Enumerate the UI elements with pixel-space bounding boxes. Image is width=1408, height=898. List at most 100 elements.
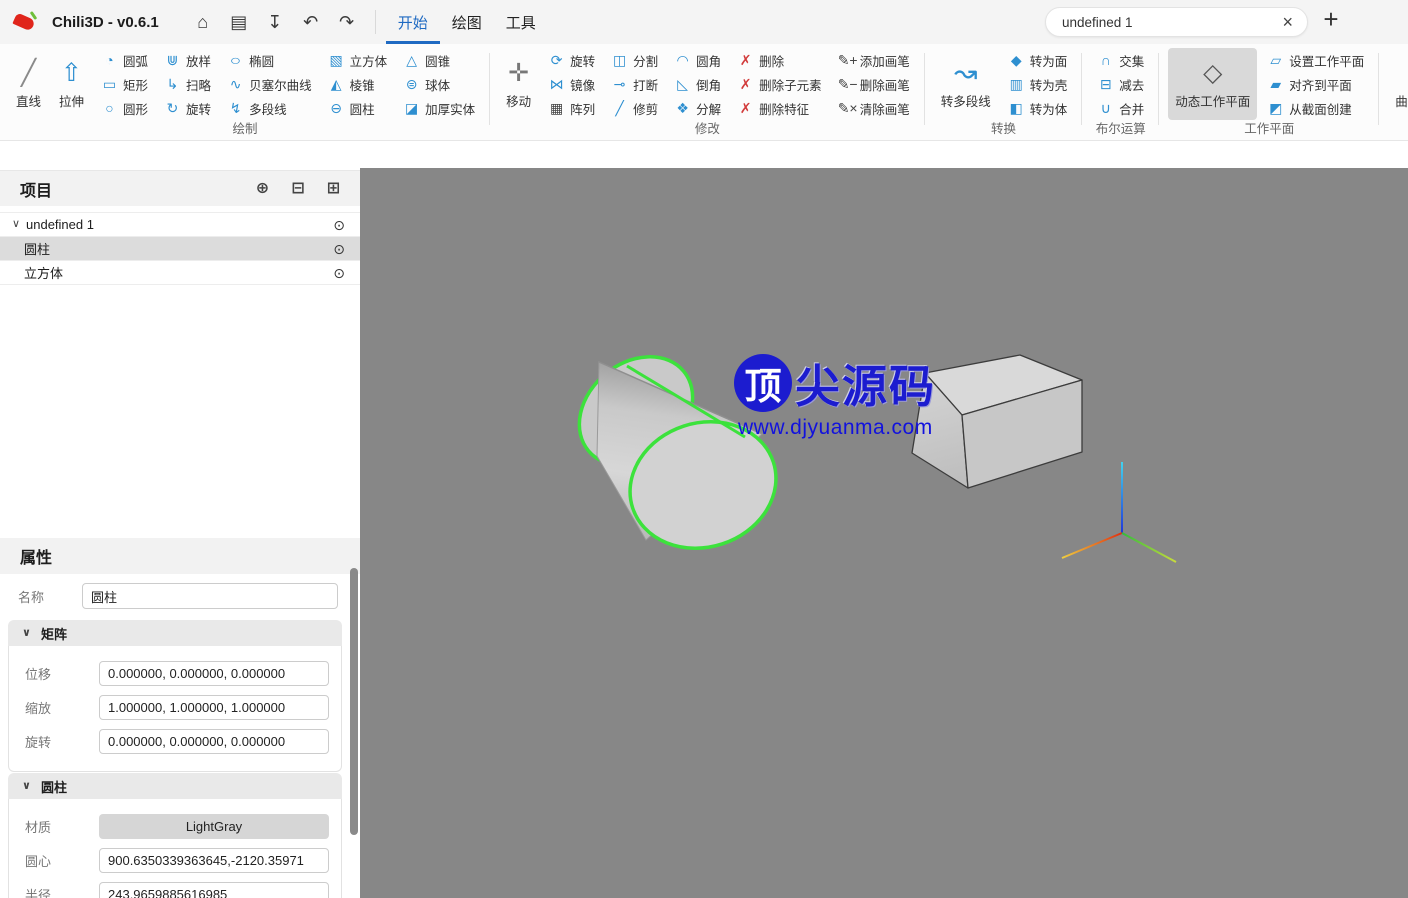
ribbon-button-delete[interactable]: ✗删除 [734,49,825,72]
tree-item[interactable]: ∨undefined 1 ⊙ [0,213,360,237]
folder-plus-icon[interactable]: ⊕ [256,181,269,197]
viewport[interactable]: 顶 尖源码 www.djyuanma.com [360,168,1408,898]
project-tree: ∨undefined 1⊙圆柱⊙立方体⊙ [0,212,360,285]
section-header[interactable]: ∨圆柱 [8,773,342,799]
property-input[interactable] [99,882,329,898]
ribbon-button-add-pen[interactable]: ✎+添加画笔 [835,49,913,72]
ribbon-button-to-polyline[interactable]: ↝转多段线 [934,48,998,120]
ribbon-button-union[interactable]: ∪合并 [1094,97,1147,120]
ribbon-button-sweep[interactable]: ↳扫略 [161,73,214,96]
tree-item-label: undefined 1 [26,217,94,232]
ribbon-button-rectangle[interactable]: ▭矩形 [98,73,151,96]
ribbon-group: ╱直线⇧拉伸 ◔圆弧▭矩形○圆形 ⋓放样↳扫略↻旋转 ○椭圆∿贝塞尔曲线↯多段线 ▧立方… [0,44,490,140]
left-panel: 项目 ⊕ ⊟ ⊞ ∨undefined 1⊙圆柱⊙立方体⊙ 属性 名称 ∨矩阵位… [0,168,360,898]
property-input[interactable] [99,729,329,754]
property-input[interactable] [99,661,329,686]
ribbon-button-dynamic-workplane[interactable]: ◇动态工作平面 [1168,48,1257,120]
ribbon-button-label: 移动 [506,91,531,110]
ribbon-button-loft[interactable]: ⋓放样 [161,49,214,72]
ribbon-button-extrude[interactable]: ⇧拉伸 [52,48,91,120]
ribbon-button-label: 曲线投影 [1395,91,1408,110]
property-row: 半径 [25,882,329,898]
ribbon-button-line[interactable]: ╱直线 [9,48,48,120]
section-header[interactable]: ∨矩阵 [8,620,342,646]
ribbon-button-arc[interactable]: ◔圆弧 [98,49,151,72]
ribbon-button-to-shell[interactable]: ▥转为壳 [1005,73,1071,96]
ribbon-button-box[interactable]: ▧立方体 [325,49,391,72]
tree-item[interactable]: 立方体⊙ [0,261,360,285]
intersect-icon: ∩ [1097,53,1114,67]
redo-icon[interactable]: ↷ [329,13,365,31]
home-icon[interactable]: ⌂ [185,13,221,31]
ribbon-button-sphere[interactable]: ⊜球体 [400,73,478,96]
ribbon-button-from-section[interactable]: ◩从截面创建 [1264,97,1367,120]
ribbon-button-circle[interactable]: ○圆形 [98,97,151,120]
dynamic-workplane-icon: ◇ [1203,58,1222,88]
ribbon-button-rotate[interactable]: ⟳旋转 [545,49,598,72]
ribbon-button-split[interactable]: ◫分割 [608,49,661,72]
ribbon-button-set-workplane[interactable]: ▱设置工作平面 [1264,49,1367,72]
eye-icon[interactable]: ⊙ [333,242,345,256]
array-icon: ▦ [548,101,565,115]
ribbon-button-cylinder[interactable]: ⊖圆柱 [325,97,391,120]
ribbon-button-label: 设置工作平面 [1289,51,1364,70]
ribbon-button-clear-pen[interactable]: ✎×清除画笔 [835,97,913,120]
ribbon-button-break[interactable]: ⊸打断 [608,73,661,96]
name-input[interactable] [82,583,338,609]
ribbon-button-move[interactable]: ✛移动 [499,48,538,120]
property-input[interactable] [99,848,329,873]
property-input[interactable] [99,695,329,720]
new-document-icon[interactable]: + [1316,6,1346,32]
ribbon-button-delete-feature[interactable]: ✗删除特征 [734,97,825,120]
ribbon-button-mirror[interactable]: ⋈镜像 [545,73,598,96]
name-row: 名称 [18,583,338,609]
cylinder-icon: ⊖ [328,101,345,115]
ribbon-button-to-solid[interactable]: ◧转为体 [1005,97,1071,120]
ribbon-button-explode[interactable]: ❖分解 [671,97,724,120]
ribbon-button-curve-projection[interactable]: ▲曲线投影 [1388,48,1408,120]
document-icon[interactable]: ▤ [221,13,257,31]
ribbon-button-trim[interactable]: ╱修剪 [608,97,661,120]
ribbon-button-thicken[interactable]: ◪加厚实体 [400,97,478,120]
cone-icon: △ [403,53,420,67]
ribbon-button-bezier[interactable]: ∿贝塞尔曲线 [224,73,315,96]
ribbon-button-to-face[interactable]: ◆转为面 [1005,49,1071,72]
download-icon[interactable]: ↧ [257,13,293,31]
properties-panel-title: 属性 [20,544,52,568]
undo-icon[interactable]: ↶ [293,13,329,31]
caret-down-icon[interactable]: ∨ [8,219,24,230]
tree-item[interactable]: 圆柱⊙ [0,237,360,261]
delete-sub-icon: ✗ [737,77,754,91]
viewport-canvas[interactable] [360,168,1408,898]
ribbon-button-label: 倒角 [696,75,721,94]
ribbon-button-remove-pen[interactable]: ✎−删除画笔 [835,73,913,96]
property-label: 位移 [25,664,99,683]
ribbon-button-pyramid[interactable]: ◭棱锥 [325,73,391,96]
tab-draw[interactable]: 绘图 [440,4,494,44]
close-icon[interactable]: × [1282,13,1293,31]
box-shape[interactable] [912,355,1082,488]
ribbon-button-intersect[interactable]: ∩交集 [1094,49,1147,72]
eye-icon[interactable]: ⊙ [333,218,345,232]
ribbon-button-polyline[interactable]: ↯多段线 [224,97,315,120]
ribbon-button-ellipse[interactable]: ○椭圆 [224,49,315,72]
tab-tools[interactable]: 工具 [494,4,548,44]
ribbon-button-array[interactable]: ▦阵列 [545,97,598,120]
ribbon-button-subtract[interactable]: ⊟减去 [1094,73,1147,96]
scrollbar-thumb[interactable] [350,568,358,835]
ribbon-button-label: 减去 [1119,75,1144,94]
ribbon-button-label: 扫略 [186,75,211,94]
ribbon-button-cone[interactable]: △圆锥 [400,49,478,72]
ribbon-button-delete-sub[interactable]: ✗删除子元素 [734,73,825,96]
document-tab[interactable]: undefined 1 × [1045,7,1308,37]
eye-icon[interactable]: ⊙ [333,266,345,280]
collapse-all-icon[interactable]: ⊟ [291,181,304,197]
ribbon-button-chamfer[interactable]: ◺倒角 [671,73,724,96]
polyline-icon: ↯ [227,101,244,115]
material-button[interactable]: LightGray [99,814,329,839]
tab-home[interactable]: 开始 [386,4,440,44]
ribbon-button-align-plane[interactable]: ▰对齐到平面 [1264,73,1367,96]
expand-all-icon[interactable]: ⊞ [327,181,340,197]
ribbon-button-revolve[interactable]: ↻旋转 [161,97,214,120]
ribbon-button-fillet[interactable]: ◠圆角 [671,49,724,72]
